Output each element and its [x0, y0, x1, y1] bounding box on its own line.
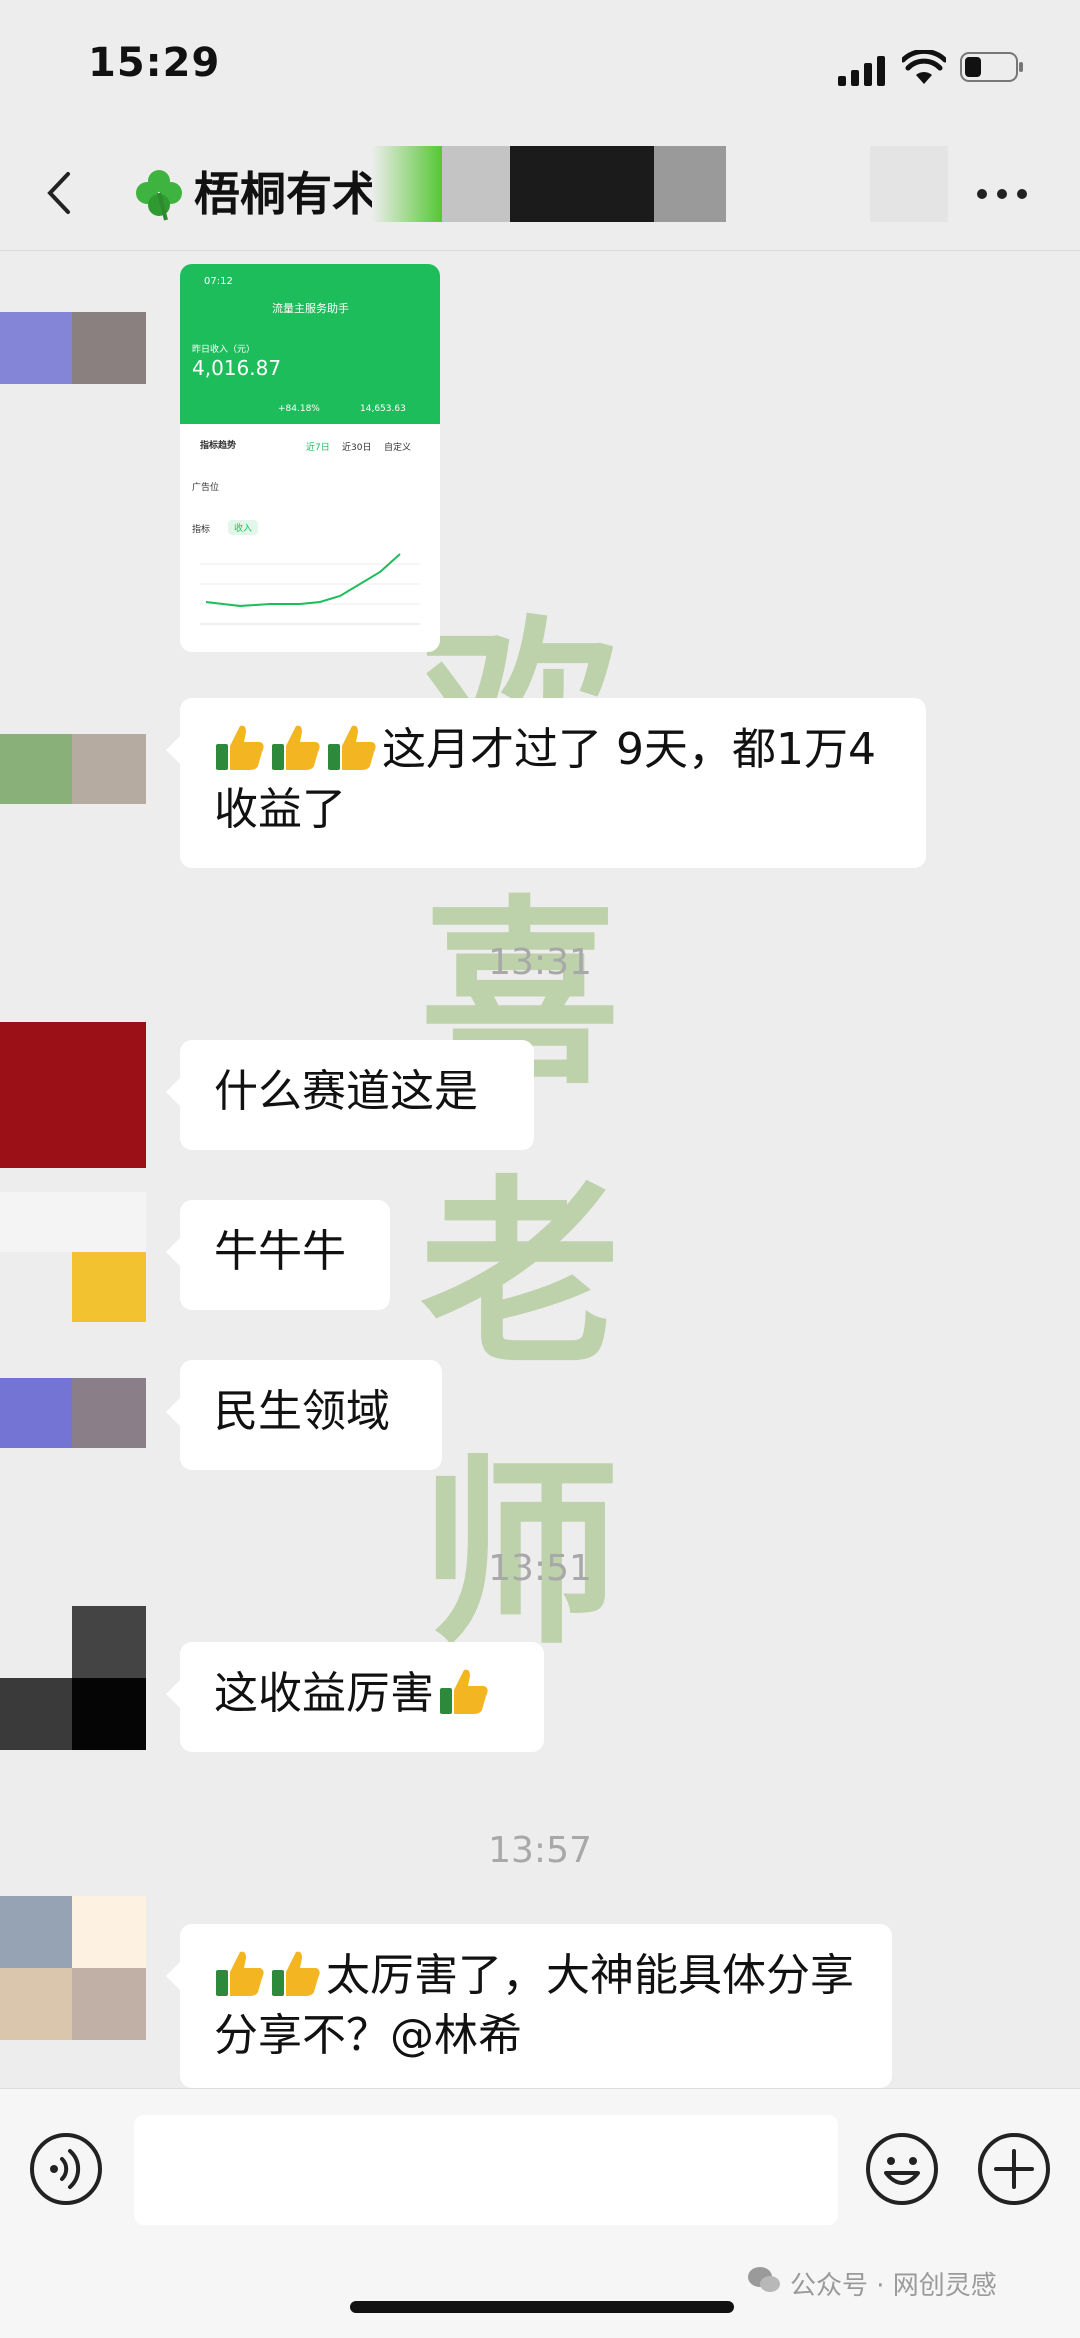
watermark-char: 老 — [420, 1157, 621, 1392]
avatar[interactable] — [0, 1022, 146, 1168]
message-input[interactable] — [134, 2115, 838, 2225]
thumbs-up-icon — [272, 725, 320, 770]
screenshot-filter-label: 广告位 — [192, 483, 220, 493]
plus-icon[interactable] — [976, 2131, 1052, 2207]
timestamp: 13:51 — [488, 1548, 592, 1589]
thumbs-up-icon — [216, 1951, 264, 1996]
avatar[interactable] — [0, 698, 146, 844]
screenshot-tab: 近7日 — [306, 443, 330, 453]
avatar[interactable] — [0, 1896, 146, 2042]
wifi-icon — [902, 50, 946, 84]
battery-icon — [960, 52, 1023, 82]
screenshot-tab: 自定义 — [384, 443, 412, 453]
screenshot-line-chart — [200, 553, 420, 625]
screenshot-label: 昨日收入（元） — [192, 345, 256, 355]
avatar[interactable] — [0, 272, 146, 418]
chevron-left-icon[interactable] — [40, 168, 80, 218]
message-bubble[interactable]: 民生领域 — [166, 1360, 442, 1470]
message-text: 什么赛道这是 — [214, 1066, 478, 1117]
screenshot-app-title: 流量主服务助手 — [272, 302, 349, 315]
screenshot-stat: 14,653.63 — [360, 404, 406, 414]
message-text: 牛牛牛 — [214, 1226, 346, 1277]
screenshot-value: 4,016.87 — [192, 356, 282, 380]
timestamp: 13:31 — [488, 942, 592, 983]
screenshot-metric: 收入 — [228, 520, 259, 535]
chat-message-list[interactable]: 欢 喜 老 师 07:12 流量主服务助手 昨日收入（元） 4,016.87 +… — [0, 252, 1080, 2088]
screenshot-clock: 07:12 — [204, 276, 233, 287]
source-credit: 公众号 · 网创灵感 — [790, 2271, 997, 2301]
avatar[interactable] — [0, 1192, 146, 1338]
chat-title: 梧桐有术 — [194, 167, 378, 221]
image-message[interactable]: 07:12 流量主服务助手 昨日收入（元） 4,016.87 +84.18% 1… — [180, 264, 440, 652]
cellular-signal-icon — [838, 56, 885, 86]
thumbs-up-icon — [272, 1951, 320, 1996]
message-bubble[interactable]: 这收益厉害 — [166, 1642, 544, 1752]
status-bar: 15:29 — [0, 0, 1080, 130]
home-indicator — [350, 2301, 734, 2313]
chat-input-bar: 公众号 · 网创灵感 — [0, 2088, 1080, 2338]
screenshot-stat: +84.18% — [278, 404, 320, 414]
thumbs-up-icon — [440, 1669, 488, 1714]
watermark-char: 师 — [420, 1437, 621, 1672]
avatar[interactable] — [0, 1606, 146, 1752]
chat-header: 梧桐有术 — [0, 140, 1080, 251]
wechat-icon — [748, 2267, 780, 2292]
clover-icon — [136, 170, 182, 221]
message-bubble[interactable]: 什么赛道这是 — [166, 1040, 534, 1150]
message-bubble[interactable]: 这月才过了 9天，都1万4收益了 — [166, 698, 926, 868]
message-bubble[interactable]: 牛牛牛 — [166, 1200, 390, 1310]
screenshot-metric-label: 指标 — [192, 525, 211, 535]
thumbs-up-icon — [328, 725, 376, 770]
screenshot-section: 指标趋势 — [200, 441, 237, 451]
screenshot-tab: 近30日 — [342, 443, 372, 453]
message-text: 这收益厉害 — [214, 1668, 434, 1719]
voice-icon[interactable] — [28, 2131, 104, 2207]
avatar[interactable] — [0, 1358, 146, 1504]
more-icon[interactable] — [976, 186, 1028, 202]
emoji-icon[interactable] — [864, 2131, 940, 2207]
status-time: 15:29 — [88, 40, 221, 86]
timestamp: 13:57 — [488, 1830, 592, 1871]
message-bubble[interactable]: 太厉害了，大神能具体分享分享不？@林希 — [166, 1924, 892, 2088]
thumbs-up-icon — [216, 725, 264, 770]
message-text: 民生领域 — [214, 1386, 390, 1437]
